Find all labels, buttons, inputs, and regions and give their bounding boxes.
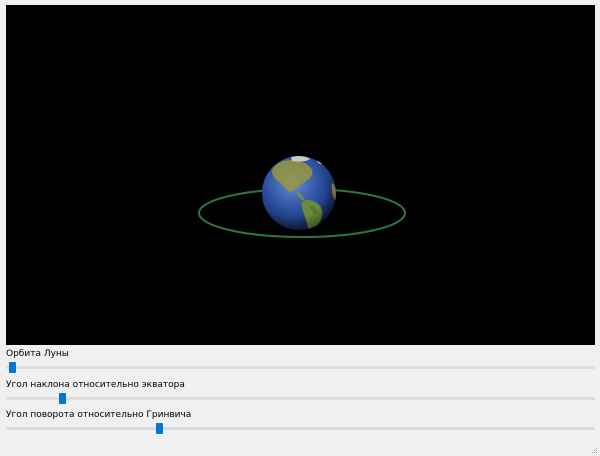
moon-orbit-slider-track[interactable] (6, 366, 595, 369)
earth-moon-orbit-scene (198, 156, 406, 238)
moon-orbit-slider-thumb[interactable] (9, 362, 16, 373)
moon-orbit-label: Орбита Луны (6, 349, 69, 359)
earth-globe (262, 156, 336, 230)
equator-tilt-slider-track[interactable] (6, 397, 595, 400)
greenwich-rotation-label: Угол поворота относительно Гринвича (6, 410, 192, 420)
equator-tilt-slider-thumb[interactable] (59, 393, 66, 404)
greenwich-rotation-control: Угол поворота относительно Гринвича (6, 409, 595, 437)
moon-orbit-control: Орбита Луны (6, 348, 595, 376)
app-window: Орбита Луны Угол наклона относительно эк… (0, 0, 600, 456)
resize-grip-icon[interactable] (591, 447, 597, 453)
equator-tilt-control: Угол наклона относительно экватора (6, 379, 595, 407)
greenwich-rotation-slider-thumb[interactable] (156, 423, 163, 434)
equator-tilt-label: Угол наклона относительно экватора (6, 380, 185, 390)
3d-viewport[interactable] (6, 5, 595, 345)
greenwich-rotation-slider-track[interactable] (6, 427, 595, 430)
